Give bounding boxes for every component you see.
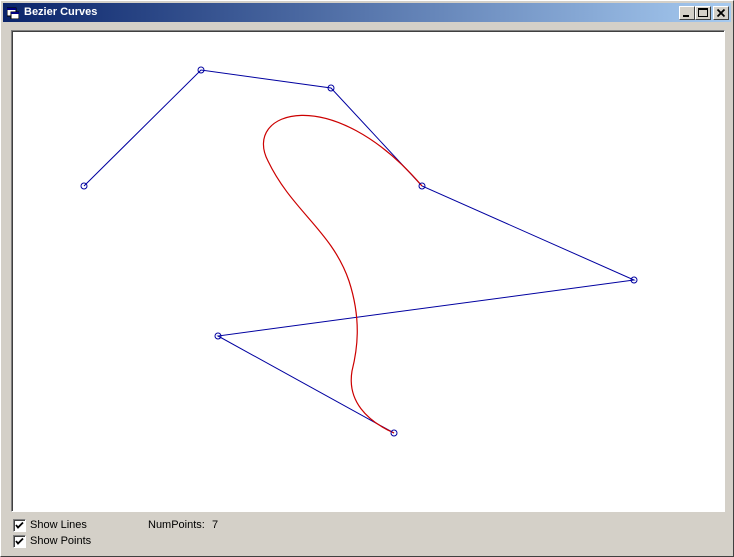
show-lines-checkbox[interactable]: Show Lines xyxy=(13,518,87,532)
title-bar[interactable]: Bezier Curves xyxy=(3,3,731,22)
checkmark-icon xyxy=(15,521,24,529)
checkmark-icon xyxy=(15,537,24,545)
app-icon[interactable] xyxy=(6,6,20,20)
show-points-label[interactable]: Show Points xyxy=(30,534,91,548)
close-icon xyxy=(716,8,726,18)
control-points xyxy=(80,66,638,437)
show-points-box[interactable] xyxy=(13,534,26,548)
control-polygon xyxy=(83,69,636,434)
num-points-label: NumPoints: xyxy=(148,519,205,531)
show-points-checkbox[interactable]: Show Points xyxy=(13,534,91,548)
drawing-canvas[interactable] xyxy=(11,30,725,512)
show-lines-label[interactable]: Show Lines xyxy=(30,518,87,532)
show-lines-box[interactable] xyxy=(13,518,26,532)
maximize-icon xyxy=(698,8,708,17)
minimize-button[interactable] xyxy=(679,6,695,20)
maximize-button[interactable] xyxy=(695,6,711,20)
window-title: Bezier Curves xyxy=(24,6,98,18)
app-window: Bezier Curves Show Lines Show Points Num… xyxy=(0,0,734,557)
bezier-drawing xyxy=(80,66,638,437)
num-points-value: 7 xyxy=(212,519,219,531)
close-button[interactable] xyxy=(713,6,729,20)
minimize-icon xyxy=(683,15,689,17)
bezier-curve xyxy=(262,114,423,434)
